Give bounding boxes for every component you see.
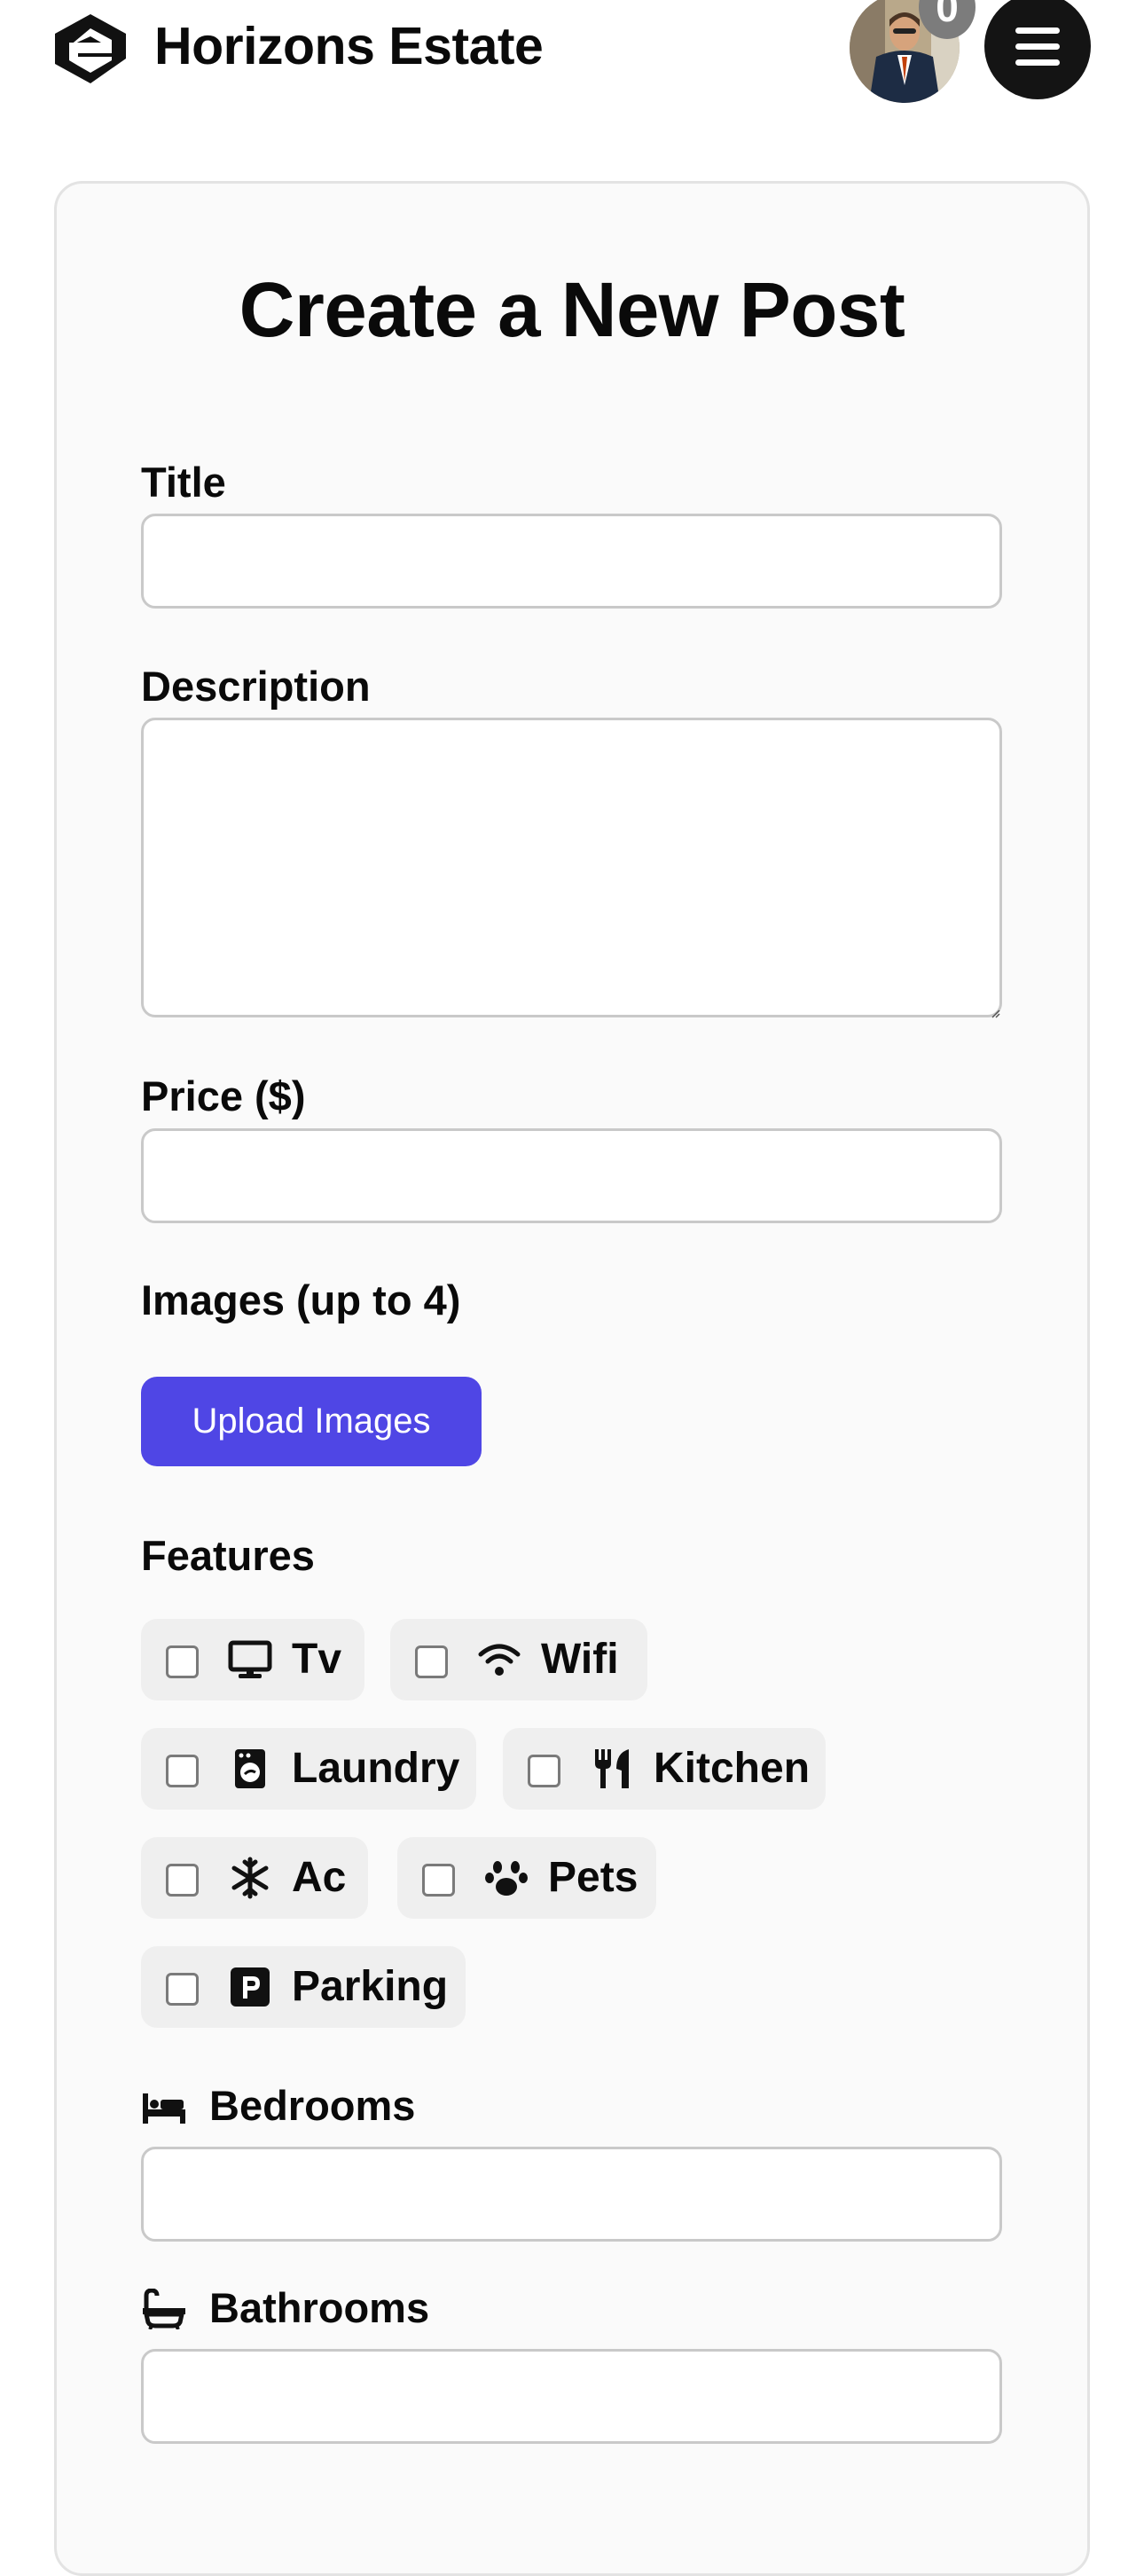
utensils-icon bbox=[595, 1749, 629, 1788]
hamburger-menu-icon-bar bbox=[1015, 43, 1060, 50]
price-input[interactable] bbox=[141, 1128, 1002, 1223]
description-label: Description bbox=[141, 663, 371, 710]
page-title: Create a New Post bbox=[239, 267, 905, 353]
kitchen-checkbox[interactable] bbox=[528, 1755, 560, 1787]
laundry-checkbox[interactable] bbox=[166, 1755, 199, 1787]
brand-name[interactable]: Horizons Estate bbox=[154, 16, 544, 76]
price-label: Price ($) bbox=[141, 1072, 306, 1119]
feature-chip-pets[interactable]: Pets bbox=[397, 1837, 656, 1919]
kitchen-label: Kitchen bbox=[654, 1745, 811, 1792]
ac-checkbox[interactable] bbox=[166, 1864, 199, 1897]
tv-icon bbox=[228, 1640, 272, 1678]
hamburger-menu-icon-bar bbox=[1015, 59, 1060, 66]
parking-label: Parking bbox=[292, 1963, 449, 2010]
wifi-label: Wifi bbox=[541, 1636, 619, 1683]
feature-chip-ac[interactable]: Ac bbox=[141, 1837, 368, 1919]
bedrooms-label: Bedrooms bbox=[209, 2082, 416, 2129]
hamburger-menu-button[interactable] bbox=[984, 0, 1091, 99]
pets-label: Pets bbox=[548, 1854, 639, 1901]
bathtub-icon bbox=[143, 2289, 185, 2329]
top-header: Horizons Estate 0 bbox=[0, 0, 1144, 106]
title-label: Title bbox=[141, 459, 226, 506]
pets-checkbox[interactable] bbox=[422, 1864, 455, 1897]
washing-machine-icon bbox=[235, 1749, 265, 1788]
feature-chip-laundry[interactable]: Laundry bbox=[141, 1728, 476, 1810]
feature-chip-wifi[interactable]: Wifi bbox=[390, 1619, 647, 1700]
tv-checkbox[interactable] bbox=[166, 1645, 199, 1678]
feature-chip-parking[interactable]: Parking bbox=[141, 1946, 466, 2028]
hamburger-menu-icon-bar bbox=[1015, 27, 1060, 34]
bedrooms-input[interactable] bbox=[141, 2147, 1002, 2242]
tv-label: Tv bbox=[292, 1636, 342, 1683]
bathrooms-label: Bathrooms bbox=[209, 2284, 430, 2331]
wifi-checkbox[interactable] bbox=[415, 1645, 448, 1678]
wifi-icon bbox=[478, 1644, 521, 1676]
resize-grip-icon[interactable] bbox=[991, 1007, 1000, 1018]
parking-checkbox[interactable] bbox=[166, 1973, 199, 2006]
feature-chip-kitchen[interactable]: Kitchen bbox=[503, 1728, 826, 1810]
horizons-logo-icon[interactable] bbox=[51, 11, 129, 87]
bed-icon bbox=[143, 2093, 185, 2124]
snowflake-icon bbox=[231, 1857, 269, 1899]
upload-images-button[interactable]: Upload Images bbox=[141, 1377, 482, 1466]
description-textarea[interactable] bbox=[141, 718, 1002, 1017]
parking-icon bbox=[231, 1967, 270, 2007]
images-label: Images (up to 4) bbox=[141, 1276, 461, 1323]
feature-chip-tv[interactable]: Tv bbox=[141, 1619, 364, 1700]
ac-label: Ac bbox=[292, 1854, 347, 1901]
title-input[interactable] bbox=[141, 514, 1002, 609]
bathrooms-input[interactable] bbox=[141, 2349, 1002, 2444]
features-label: Features bbox=[141, 1532, 315, 1579]
laundry-label: Laundry bbox=[292, 1745, 460, 1792]
paw-icon bbox=[485, 1861, 528, 1896]
